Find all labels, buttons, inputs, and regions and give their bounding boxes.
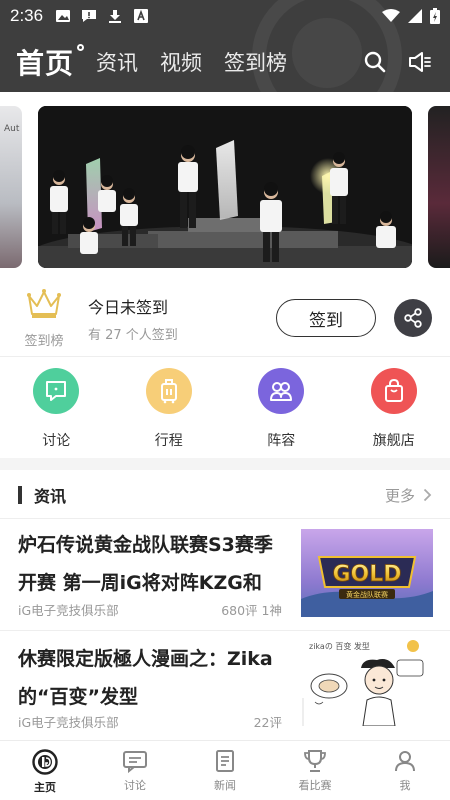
bottom-nav-me[interactable]: 我 — [360, 741, 450, 800]
gallery-icon — [56, 10, 71, 22]
speaker-icon[interactable] — [408, 51, 432, 73]
gold-text: GOLD — [332, 562, 401, 587]
checkin-rank-label[interactable]: 签到榜 — [22, 330, 66, 349]
quick-entry-lineup-circle — [258, 368, 305, 414]
divider — [0, 356, 450, 357]
active-dot-icon — [77, 44, 85, 51]
quick-entry-schedule[interactable]: 行程 — [113, 362, 226, 454]
bottom-nav-home[interactable]: 主页 — [0, 741, 90, 800]
text-a-icon — [134, 9, 149, 23]
checkin-panel: 签到榜 今日未签到 有 27 个人签到 签到 — [0, 282, 450, 354]
bottom-nav-discuss-label: 讨论 — [124, 779, 146, 792]
section-marker — [18, 486, 22, 504]
shopping-bag-icon — [384, 379, 403, 402]
quick-entry-lineup-label: 阵容 — [267, 433, 296, 449]
news-article[interactable]: 休赛限定版極人漫画之：Zika的“百变”发型 iG电子竞技俱乐部 22评 zik… — [0, 630, 450, 740]
tab-checkin-rank[interactable]: 签到榜 — [224, 47, 287, 77]
article-source: iG电子竞技俱乐部 — [18, 715, 119, 730]
quick-entry-store-label: 旗舰店 — [372, 433, 415, 449]
luggage-icon — [160, 379, 177, 404]
banner-next-slide[interactable] — [428, 106, 450, 268]
news-more-label: 更多 — [384, 486, 415, 505]
tab-news[interactable]: 资讯 — [96, 47, 138, 77]
quick-entry-schedule-label: 行程 — [154, 433, 183, 449]
bottom-nav-matches-label: 看比赛 — [298, 779, 332, 792]
article-stats: 22评 — [253, 715, 282, 730]
status-time: 2:36 — [10, 6, 44, 25]
quick-entry-row: 讨论 行程 阵容 旗舰店 — [0, 362, 450, 454]
share-icon — [404, 308, 422, 328]
quick-entry-lineup[interactable]: 阵容 — [225, 362, 338, 454]
banner-carousel[interactable]: Aut — [0, 102, 450, 270]
banner-prev-slide-text: Aut — [4, 124, 20, 134]
wifi-icon — [382, 9, 400, 22]
download-icon — [109, 10, 122, 23]
bottom-nav: 主页 讨论 新闻 看比赛 我 — [0, 740, 450, 800]
tab-home[interactable]: 首页 — [16, 42, 85, 82]
share-button[interactable] — [394, 299, 432, 337]
signal-icon — [408, 9, 422, 23]
checkin-button[interactable]: 签到 — [276, 299, 376, 337]
chat-icon — [46, 381, 67, 401]
quick-entry-schedule-circle — [145, 368, 192, 414]
news-icon — [216, 750, 234, 772]
banner-slide-team-photo[interactable] — [38, 106, 412, 268]
search-icon[interactable] — [364, 51, 386, 73]
team-photo-image — [38, 106, 412, 268]
article-thumbnail[interactable]: GOLD 黄金战队联赛 — [301, 529, 433, 617]
chevron-right-icon — [423, 488, 432, 502]
quick-entry-store[interactable]: 旗舰店 — [338, 362, 450, 454]
gold-subtext: 黄金战队联赛 — [346, 590, 388, 599]
section-separator — [0, 458, 450, 470]
article-title[interactable]: 休赛限定版極人漫画之：Zika的“百变”发型 — [18, 640, 288, 716]
article-stats: 680评 1神 — [221, 603, 282, 618]
quick-entry-discuss[interactable]: 讨论 — [0, 362, 113, 454]
tab-home-label: 首页 — [16, 47, 75, 80]
trophy-icon — [304, 750, 326, 772]
ig-logo-icon — [32, 749, 58, 775]
quick-entry-discuss-label: 讨论 — [42, 433, 71, 449]
gold-league-thumbnail-image: GOLD 黄金战队联赛 — [301, 529, 433, 617]
bottom-nav-news-label: 新闻 — [214, 779, 236, 792]
bottom-nav-matches[interactable]: 看比赛 — [270, 741, 360, 800]
comic-thumbnail-image: zikaの 百变 发型 — [301, 638, 433, 726]
team-icon — [270, 382, 293, 401]
checkin-status-title: 今日未签到 — [88, 298, 169, 317]
article-thumbnail[interactable]: zikaの 百变 发型 — [301, 638, 433, 726]
crown-icon — [27, 289, 61, 318]
alert-message-icon — [82, 10, 97, 22]
quick-entry-discuss-circle — [33, 368, 80, 414]
news-section-title: 资讯 — [34, 487, 67, 506]
news-section-header: 资讯 更多 — [0, 472, 450, 518]
bottom-nav-home-label: 主页 — [34, 781, 56, 794]
discuss-icon — [123, 751, 147, 773]
status-bar: 2:36 — [0, 0, 450, 32]
battery-icon — [430, 8, 440, 24]
tab-video[interactable]: 视频 — [160, 47, 202, 77]
article-source: iG电子竞技俱乐部 — [18, 603, 119, 618]
bottom-nav-discuss[interactable]: 讨论 — [90, 741, 180, 800]
comic-caption: zikaの 百变 发型 — [309, 641, 370, 651]
top-nav: 首页 资讯 视频 签到榜 — [0, 32, 450, 92]
bottom-nav-me-label: 我 — [399, 779, 411, 792]
bottom-nav-news[interactable]: 新闻 — [180, 741, 270, 800]
news-article[interactable]: 炉石传说黄金战队联赛S3赛季开赛 第一周iG将对阵KZG和 iG电子竞技俱乐部 … — [0, 518, 450, 630]
checkin-count-text: 有 27 个人签到 — [88, 328, 178, 343]
app-header: 2:36 首页 资讯 视频 签到榜 — [0, 0, 450, 92]
quick-entry-store-circle — [370, 368, 417, 414]
news-more-link[interactable]: 更多 — [385, 485, 432, 506]
user-icon — [395, 751, 415, 772]
article-title[interactable]: 炉石传说黄金战队联赛S3赛季开赛 第一周iG将对阵KZG和 — [18, 526, 288, 602]
checkin-rank-entry[interactable] — [22, 288, 66, 324]
banner-prev-slide[interactable]: Aut — [0, 106, 22, 268]
